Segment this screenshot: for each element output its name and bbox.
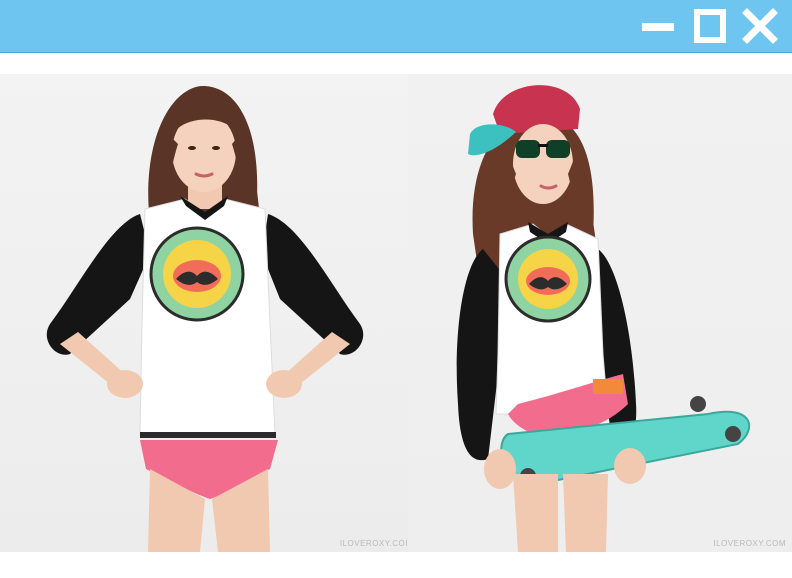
photo-right: ILOVEROXY.COM [408,74,792,552]
watermark-left: ILOVEROXY.COI [339,539,408,548]
model-illustration-right [456,85,751,552]
model-illustration-left [46,85,364,552]
window-titlebar [0,0,792,53]
close-icon[interactable] [742,8,778,44]
minimize-icon[interactable] [640,8,676,44]
image-viewer-content: ILOVEROXY.COI ILOVEROXY.COM [0,74,792,552]
maximize-icon[interactable] [692,8,728,44]
photo-left: ILOVEROXY.COI [0,74,408,552]
watermark-right: ILOVEROXY.COM [713,539,786,548]
